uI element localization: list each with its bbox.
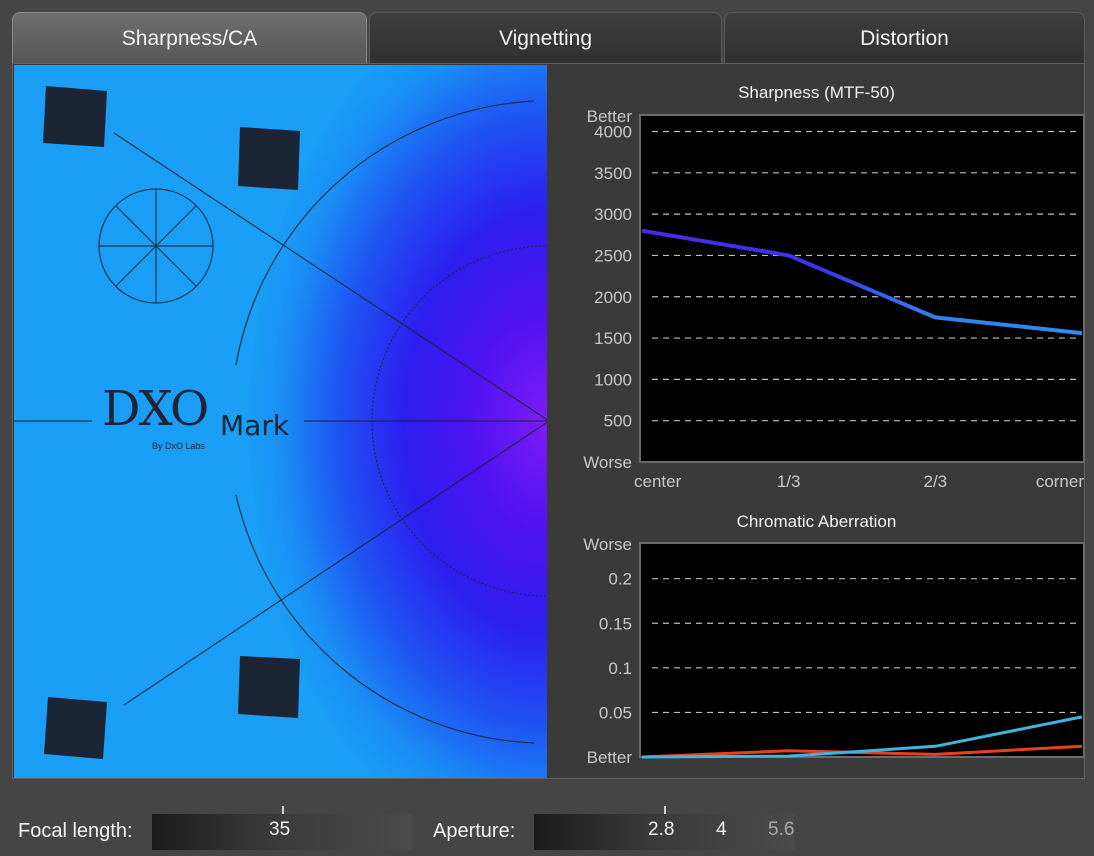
focal-length-marker — [282, 806, 284, 814]
tab-sharpness-ca[interactable]: Sharpness/CA — [12, 12, 367, 64]
graphs-area: Sharpness (MTF-50) Chromatic Aberration … — [548, 64, 1085, 778]
tab-bar: Sharpness/CA Vignetting Distortion — [12, 12, 1085, 64]
aperture-value-2-8[interactable]: 2.8 — [648, 819, 674, 841]
sharpness-x-tick-label: corner — [1036, 472, 1085, 491]
sharpness-x-tick-label: 2/3 — [924, 472, 948, 491]
aperture-value-5-6[interactable]: 5.6 — [768, 819, 794, 841]
test-chart-target — [238, 127, 300, 190]
sharpness-y-tick-label: 2500 — [594, 246, 632, 265]
content-panel: DXO Mark By DxO Labs Sharpness (MTF-50) … — [12, 63, 1085, 779]
sharpness-y-tick-label: 2000 — [594, 288, 632, 307]
ca-y-bottom-label: Better — [587, 748, 633, 767]
test-chart-target — [43, 86, 107, 147]
focal-length-value[interactable]: 35 — [269, 819, 290, 841]
focal-length-selector[interactable]: 35 — [152, 806, 412, 850]
sharpness-y-tick-label: 1500 — [594, 329, 632, 348]
focal-length-label: Focal length: — [18, 820, 133, 842]
aperture-selector[interactable]: 2.8 4 5.6 — [534, 806, 794, 850]
sharpness-y-tick-label: 3500 — [594, 164, 632, 183]
ca-y-tick-label: 0.2 — [608, 570, 632, 589]
tab-vignetting[interactable]: Vignetting — [369, 12, 722, 64]
aperture-marker — [664, 806, 666, 814]
logo-by-text: By DxO Labs — [152, 441, 206, 451]
ca-y-tick-label: 0.1 — [608, 659, 632, 678]
charts-svg: 4000350030002500200015001000500BetterWor… — [583, 107, 1085, 767]
logo-main-text: DXO — [102, 381, 209, 437]
aperture-label: Aperture: — [433, 820, 516, 842]
tab-distortion[interactable]: Distortion — [724, 12, 1085, 64]
sharpness-y-tick-label: 1000 — [594, 370, 632, 389]
sharpness-y-tick-label: 500 — [604, 412, 632, 431]
test-chart-target — [44, 697, 107, 759]
test-chart-image: DXO Mark By DxO Labs — [14, 65, 547, 778]
ca-y-tick-label: 0.05 — [599, 703, 632, 722]
logo-mark-text: Mark — [220, 409, 290, 442]
test-chart-target — [238, 656, 300, 718]
sharpness-y-top-label: Better — [587, 107, 633, 126]
sharpness-y-bottom-label: Worse — [583, 453, 632, 472]
aperture-value-4[interactable]: 4 — [716, 819, 727, 841]
ca-plot-area — [639, 542, 1085, 758]
sharpness-y-tick-label: 3000 — [594, 205, 632, 224]
sharpness-x-tick-label: center — [634, 472, 682, 491]
dxomark-logo: DXO Mark By DxO Labs — [102, 381, 302, 461]
ca-y-tick-label: 0.15 — [599, 614, 632, 633]
sharpness-x-tick-label: 1/3 — [777, 472, 801, 491]
ca-y-top-label: Worse — [583, 535, 632, 554]
